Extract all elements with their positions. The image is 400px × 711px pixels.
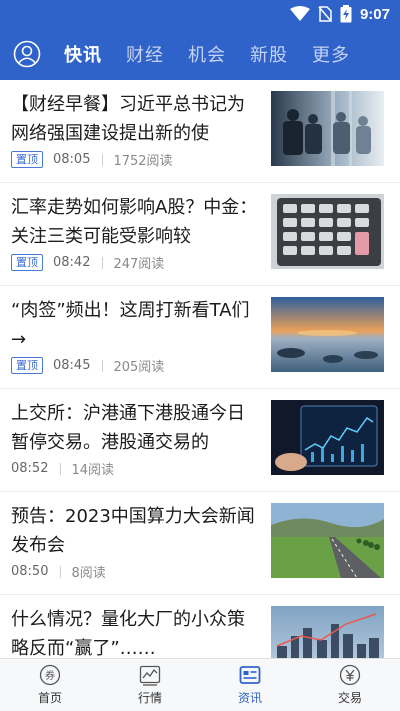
nav-news[interactable]: 资讯 <box>200 659 300 711</box>
city-skyline-photo <box>271 606 384 658</box>
pinned-badge: 置顶 <box>11 151 43 168</box>
list-item[interactable]: 汇率走势如何影响A股？中金：关注三类可能受影响较 置顶 08:42 247阅读 <box>0 183 400 286</box>
article-meta: 08:52 14阅读 <box>11 459 114 478</box>
no-sim-icon <box>318 6 332 22</box>
article-reads: 14阅读 <box>71 463 115 478</box>
article-time: 08:52 <box>11 461 49 476</box>
meta-divider <box>60 565 62 578</box>
nav-label: 交易 <box>337 691 362 705</box>
list-item[interactable]: 【财经早餐】习近平总书记为网络强国建设提出新的使 置顶 08:05 1752阅读 <box>0 80 400 183</box>
country-road-photo <box>271 503 384 578</box>
battery-charging-icon <box>340 5 352 23</box>
list-item[interactable]: 上交所：沪港通下港股通今日暂停交易。港股通交易的 08:52 14阅读 <box>0 389 400 492</box>
article-title: 什么情况？量化大厂的小众策略反而“赢了”…… <box>11 609 245 658</box>
pinned-badge: 置顶 <box>11 357 43 374</box>
app-header: 快讯 财经 机会 新股 更多 <box>0 28 400 80</box>
profile-button[interactable] <box>5 32 49 76</box>
tab-finance[interactable]: 财经 <box>126 41 164 67</box>
news-feed[interactable]: 【财经早餐】习近平总书记为网络强国建设提出新的使 置顶 08:05 1752阅读… <box>0 80 400 658</box>
meta-divider <box>102 153 104 166</box>
market-chart-icon <box>139 665 161 686</box>
list-item[interactable]: 预告：2023中国算力大会新闻发布会 08:50 8阅读 <box>0 492 400 595</box>
article-reads: 8阅读 <box>71 566 106 581</box>
category-tabs: 快讯 财经 机会 新股 更多 <box>64 41 374 67</box>
list-item[interactable]: “肉签”频出！这周打新看TA们→ 置顶 08:45 205阅读 <box>0 286 400 389</box>
sunset-sea-photo <box>271 297 384 372</box>
tab-opportunity[interactable]: 机会 <box>188 41 226 67</box>
svg-text:券: 券 <box>45 669 55 682</box>
calculator-photo <box>271 194 384 269</box>
article-title: 汇率走势如何影响A股？中金：关注三类可能受影响较 <box>11 197 258 247</box>
meta-divider <box>102 256 104 269</box>
article-meta: 置顶 08:05 1752阅读 <box>11 150 173 169</box>
article-title: “肉签”频出！这周打新看TA们→ <box>11 300 250 350</box>
article-title: 上交所：沪港通下港股通今日暂停交易。港股通交易的 <box>11 403 245 453</box>
article-reads: 205阅读 <box>113 360 165 375</box>
article-reads: 247阅读 <box>113 257 165 272</box>
stock-chart-tablet-photo <box>271 400 384 475</box>
article-meta: 08:50 8阅读 <box>11 562 106 581</box>
nav-label: 资讯 <box>237 691 262 705</box>
article-time: 08:50 <box>11 564 49 579</box>
tab-flash-news[interactable]: 快讯 <box>64 41 102 67</box>
article-title: 【财经早餐】习近平总书记为网络强国建设提出新的使 <box>11 94 245 144</box>
list-item[interactable]: 什么情况？量化大厂的小众策略反而“赢了”…… <box>0 595 400 658</box>
pinned-badge: 置顶 <box>11 254 43 271</box>
article-meta: 置顶 08:42 247阅读 <box>11 253 164 272</box>
wifi-icon <box>289 6 310 21</box>
nav-market[interactable]: 行情 <box>100 659 200 711</box>
status-time: 9:07 <box>359 5 390 23</box>
article-title: 预告：2023中国算力大会新闻发布会 <box>11 506 255 556</box>
nav-home[interactable]: 券 首页 <box>0 659 100 711</box>
tab-more[interactable]: 更多 <box>312 41 350 67</box>
news-icon <box>239 666 261 684</box>
meta-divider <box>102 359 104 372</box>
article-time: 08:42 <box>53 255 91 270</box>
article-meta: 置顶 08:45 205阅读 <box>11 356 164 375</box>
nav-trade[interactable]: 交易 <box>300 659 400 711</box>
nav-label: 首页 <box>37 691 62 705</box>
meta-divider <box>60 462 62 475</box>
business-people-photo <box>271 91 384 166</box>
tab-new-stocks[interactable]: 新股 <box>250 41 288 67</box>
user-avatar-icon <box>13 40 41 68</box>
article-reads: 1752阅读 <box>113 154 173 169</box>
nav-label: 行情 <box>137 691 162 705</box>
yuan-icon <box>339 664 361 686</box>
bottom-nav: 券 首页 行情 资讯 交易 <box>0 658 400 711</box>
status-bar: 9:07 <box>0 0 400 28</box>
article-time: 08:45 <box>53 358 91 373</box>
article-time: 08:05 <box>53 152 91 167</box>
coupon-icon: 券 <box>39 664 61 686</box>
